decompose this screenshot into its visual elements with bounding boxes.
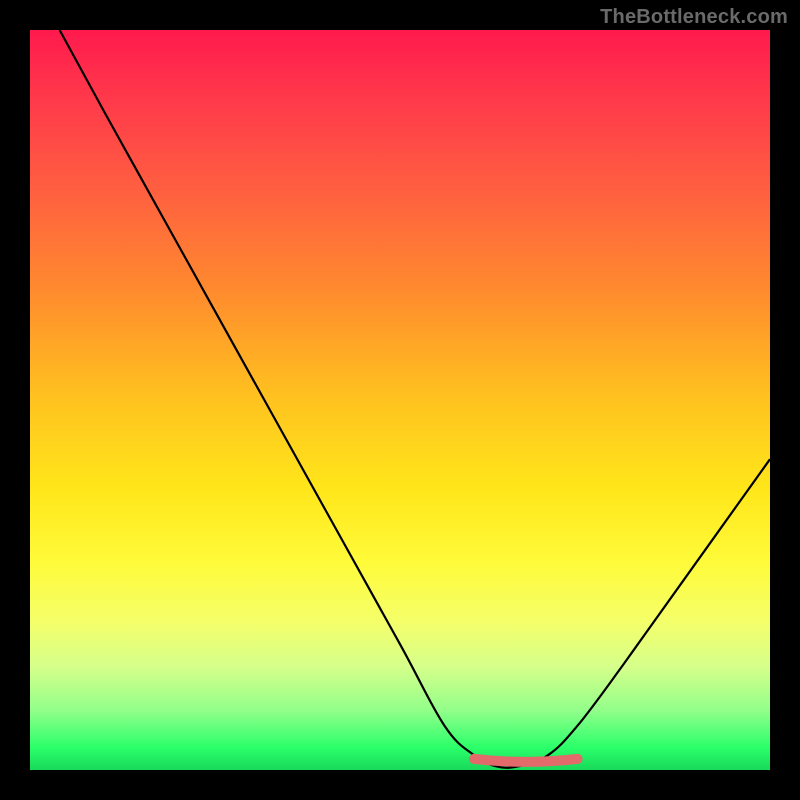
- optimal-range-highlight: [474, 759, 578, 762]
- curve-svg: [30, 30, 770, 770]
- watermark-text: TheBottleneck.com: [600, 6, 788, 29]
- chart-frame: TheBottleneck.com: [0, 0, 800, 800]
- plot-area: [30, 30, 770, 770]
- bottleneck-curve: [60, 30, 770, 768]
